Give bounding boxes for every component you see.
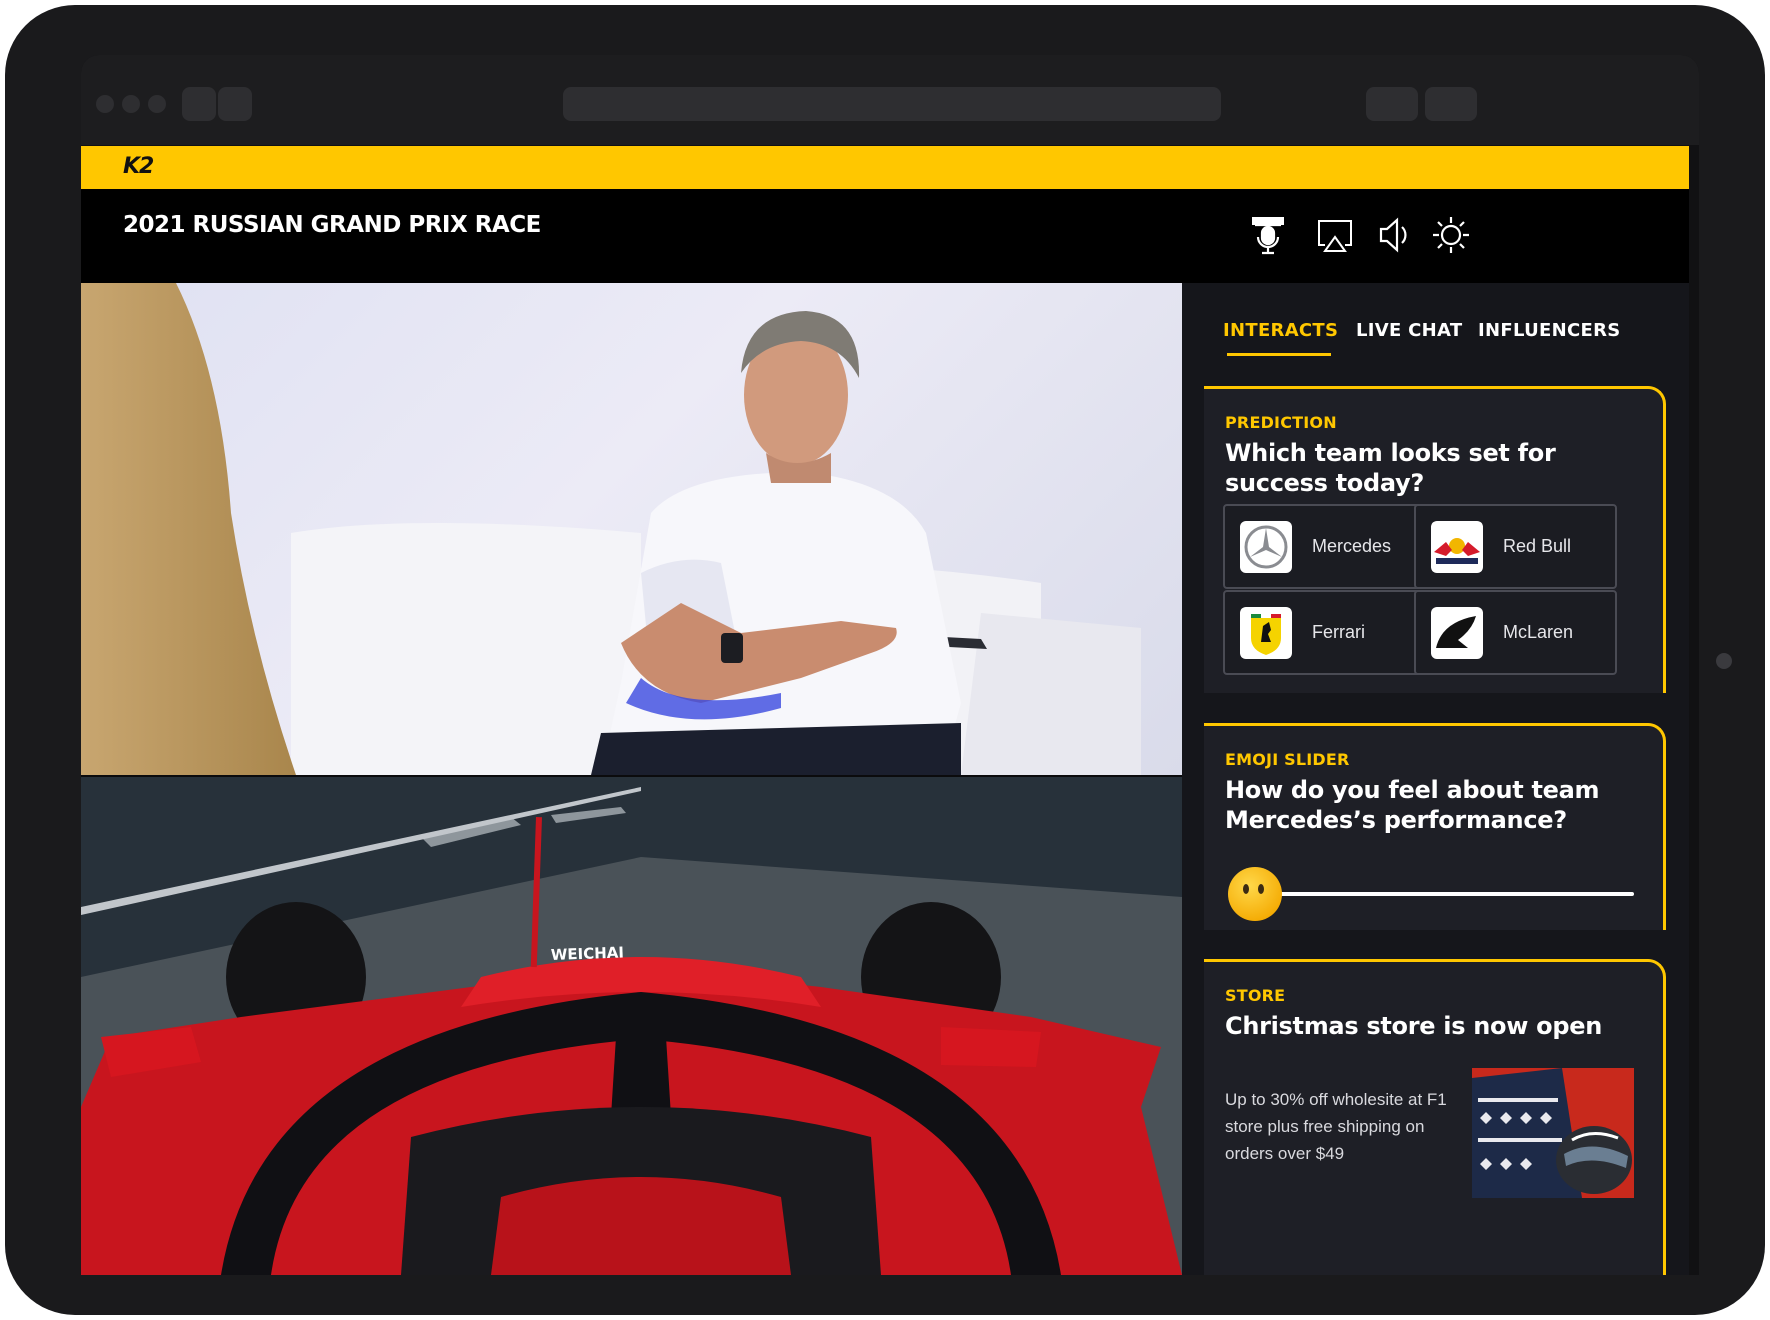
neutral-face-icon[interactable] xyxy=(1225,864,1285,924)
podium-mic-icon[interactable] xyxy=(1244,211,1292,259)
airplay-icon[interactable] xyxy=(1311,211,1359,259)
emoji-slider-track[interactable] xyxy=(1276,892,1634,896)
mercedes-logo xyxy=(1240,520,1292,573)
address-bar[interactable] xyxy=(563,87,1221,121)
window-zoom-dot[interactable] xyxy=(148,95,166,113)
store-description: Up to 30% off wholesite at F1 store plus… xyxy=(1225,1090,1447,1163)
tab-interacts[interactable]: INTERACTS xyxy=(1223,320,1338,341)
tabs-button[interactable] xyxy=(1425,87,1477,121)
event-title: 2021 RUSSIAN GRAND PRIX RACE xyxy=(123,212,541,238)
volume-icon[interactable] xyxy=(1369,211,1417,259)
option-mercedes[interactable]: Mercedes xyxy=(1223,504,1426,589)
app: K2 2021 RUSSIAN GRAND PRIX RACE WEICHAI … xyxy=(81,146,1689,1275)
browser-chrome xyxy=(81,55,1699,145)
emoji-slider-question: How do you feel about team Mercedes’s pe… xyxy=(1225,776,1600,834)
emoji-slider-kicker: EMOJI SLIDER xyxy=(1225,750,1350,769)
tab-live-chat[interactable]: LIVE CHAT xyxy=(1356,320,1462,341)
tab-influencers[interactable]: INFLUENCERS xyxy=(1478,320,1621,341)
option-mclaren[interactable]: McLaren xyxy=(1414,590,1617,675)
prediction-card: PREDICTION Which team looks set for succ… xyxy=(1204,386,1666,693)
option-label: McLaren xyxy=(1503,622,1574,642)
option-label: Mercedes xyxy=(1312,536,1392,556)
mclaren-logo xyxy=(1431,606,1483,659)
brand-bar: K2 xyxy=(81,146,1689,189)
k2-logo[interactable]: K2 xyxy=(123,154,154,179)
brightness-icon[interactable] xyxy=(1427,211,1475,259)
store-kicker: STORE xyxy=(1225,986,1286,1005)
option-label: Ferrari xyxy=(1312,622,1365,642)
option-red-bull[interactable]: Red Bull xyxy=(1414,504,1617,589)
window-minimize-dot[interactable] xyxy=(122,95,140,113)
svg-text:WEICHAI: WEICHAI xyxy=(551,943,625,964)
screen: K2 2021 RUSSIAN GRAND PRIX RACE WEICHAI … xyxy=(81,55,1699,1275)
prediction-kicker: PREDICTION xyxy=(1225,413,1337,432)
option-ferrari[interactable]: Ferrari xyxy=(1223,590,1426,675)
store-card[interactable]: STORE Christmas store is now open Up to … xyxy=(1204,959,1666,1275)
store-product-image[interactable] xyxy=(1472,1068,1634,1198)
back-button[interactable] xyxy=(182,87,216,121)
option-label: Red Bull xyxy=(1503,536,1572,556)
home-button[interactable] xyxy=(1716,653,1732,669)
interaction-panel: INTERACTS LIVE CHAT INFLUENCERS PREDICTI… xyxy=(1182,283,1689,1275)
interview-feed[interactable] xyxy=(81,283,1182,775)
forward-button[interactable] xyxy=(218,87,252,121)
store-headline: Christmas store is now open xyxy=(1225,1012,1602,1040)
window-close-dot[interactable] xyxy=(96,95,114,113)
share-button[interactable] xyxy=(1366,87,1418,121)
video-player[interactable]: WEICHAI xyxy=(81,283,1182,1275)
panel-tabs: INTERACTS LIVE CHAT INFLUENCERS xyxy=(1182,283,1689,378)
active-tab-indicator xyxy=(1227,353,1331,356)
emoji-slider-card: EMOJI SLIDER How do you feel about team … xyxy=(1204,723,1666,930)
ferrari-logo xyxy=(1240,606,1292,659)
red-bull-logo xyxy=(1431,520,1483,573)
tablet-frame: K2 2021 RUSSIAN GRAND PRIX RACE WEICHAI … xyxy=(5,5,1765,1315)
event-header: 2021 RUSSIAN GRAND PRIX RACE xyxy=(81,189,1689,283)
onboard-camera-feed[interactable]: WEICHAI xyxy=(81,777,1182,1275)
prediction-question: Which team looks set for success today? xyxy=(1225,439,1556,497)
